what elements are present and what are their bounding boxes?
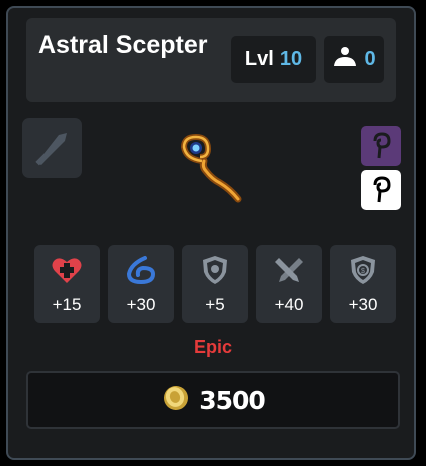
weight-icon (332, 45, 358, 75)
rarity-swirl-icon[interactable] (361, 126, 401, 166)
stats-row: +15 +30 +5 +40 $ +30 (34, 245, 396, 323)
price-box: 3500 (26, 371, 400, 429)
level-label: Lvl (244, 48, 274, 70)
level-badge: Lvl 10 (231, 36, 316, 83)
weight-value: 0 (364, 48, 376, 70)
weight-badge: 0 (324, 36, 384, 83)
rarity-swirl-outline-icon[interactable] (361, 170, 401, 210)
stat-attack: +40 (256, 245, 322, 323)
stat-mana: +30 (108, 245, 174, 323)
weapon-slot-icon (22, 118, 82, 178)
stat-defense: +5 (182, 245, 248, 323)
level-value: 10 (279, 48, 303, 70)
stat-gold-defense: $ +30 (330, 245, 396, 323)
item-header: Astral Scepter Lvl 10 0 (26, 18, 396, 102)
svg-text:$: $ (361, 268, 365, 275)
stat-value: +30 (348, 295, 378, 314)
item-name: Astral Scepter (38, 31, 208, 59)
rarity-label: Epic (193, 337, 232, 357)
stat-value: +40 (274, 295, 304, 314)
stat-value: +30 (126, 295, 156, 314)
stat-value: +5 (205, 295, 225, 314)
stat-health: +15 (34, 245, 100, 323)
astral-scepter-icon (172, 133, 248, 209)
price-value: 3500 (199, 385, 266, 415)
gold-coin-icon (161, 383, 191, 418)
stat-value: +15 (52, 295, 82, 314)
